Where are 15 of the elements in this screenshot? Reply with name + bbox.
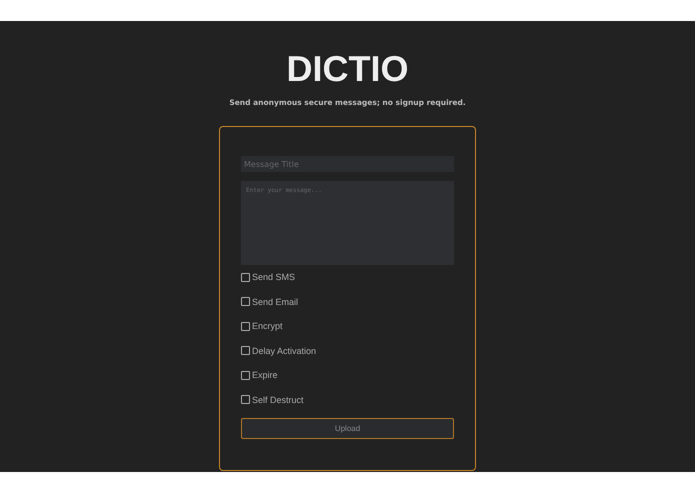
- title-input-field[interactable]: Message Title: [241, 156, 454, 172]
- checkbox[interactable]: [241, 395, 250, 404]
- checkbox[interactable]: [241, 346, 250, 356]
- checkbox-label[interactable]: Send SMS: [252, 272, 296, 282]
- upload-button[interactable]: Upload: [241, 418, 454, 439]
- checkbox-label[interactable]: Self Destruct: [252, 394, 304, 405]
- checkbox-label[interactable]: Delay Activation: [252, 346, 316, 356]
- checkbox[interactable]: [241, 272, 250, 282]
- checkbox-label[interactable]: Send Email: [252, 296, 298, 307]
- checkbox-label[interactable]: Encrypt: [252, 321, 283, 332]
- checkbox[interactable]: [241, 370, 250, 380]
- checkbox-label[interactable]: Expire: [252, 370, 278, 380]
- app-title: DICTIO: [286, 48, 408, 90]
- checkbox[interactable]: [241, 297, 250, 306]
- checkbox[interactable]: [241, 322, 250, 331]
